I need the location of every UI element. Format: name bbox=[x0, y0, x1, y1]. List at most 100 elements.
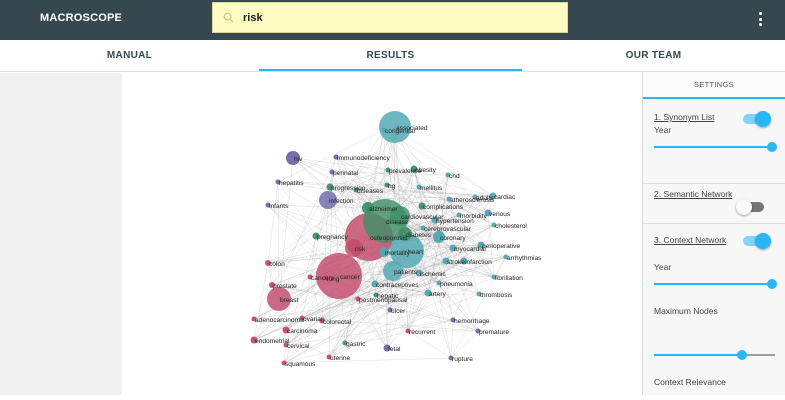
network-node-label: rupture bbox=[452, 356, 473, 363]
network-node-label: infants bbox=[269, 203, 289, 210]
network-node-label: ischemic bbox=[420, 271, 446, 278]
network-node-label: hiv bbox=[294, 156, 303, 163]
tab-our-team[interactable]: OUR TEAM bbox=[522, 40, 785, 71]
network-node-label: obesity bbox=[415, 167, 437, 174]
network-node-label: ovarian bbox=[303, 316, 325, 323]
synonym-year-slider-fill bbox=[654, 146, 772, 148]
search-icon bbox=[213, 3, 243, 32]
network-node-label: pregnancy bbox=[317, 234, 348, 241]
network-node-label: infection bbox=[329, 198, 354, 205]
max-nodes-slider-thumb[interactable] bbox=[737, 350, 748, 360]
network-node-label: squamous bbox=[285, 361, 316, 368]
network-node-label: ulcer bbox=[391, 308, 406, 315]
context-network-graph[interactable]: congenitalassociatedhiv immunodeficiencyp… bbox=[122, 73, 642, 395]
network-node-label: cervical bbox=[287, 343, 310, 350]
tab-results-label: RESULTS bbox=[366, 50, 415, 61]
network-node-label: osteoporosis bbox=[370, 235, 408, 242]
network-node-label: artery bbox=[429, 291, 447, 298]
max-nodes-slider[interactable] bbox=[654, 350, 775, 360]
context-network-toggle-knob bbox=[755, 233, 771, 249]
tab-manual[interactable]: MANUAL bbox=[0, 40, 259, 71]
context-network-toggle[interactable] bbox=[743, 233, 773, 249]
context-network-panel: congenital associated hiv immunodeficiency p… bbox=[122, 73, 642, 395]
search-input[interactable] bbox=[243, 11, 543, 24]
network-node-label: associated bbox=[396, 125, 428, 132]
synonym-year-slider[interactable] bbox=[654, 142, 777, 152]
network-node-label: carcinoma bbox=[287, 328, 318, 335]
network-edge bbox=[452, 293, 480, 321]
network-node-label: gastric bbox=[346, 341, 366, 348]
network-node-label: hypertension bbox=[436, 218, 474, 225]
synonym-list-title[interactable]: 1. Synonym List bbox=[654, 112, 714, 122]
synonym-list-toggle-knob bbox=[755, 111, 771, 127]
settings-title: SETTINGS bbox=[694, 80, 734, 89]
network-node-label: infarction bbox=[465, 259, 492, 266]
semantic-network-toggle[interactable] bbox=[736, 199, 768, 215]
network-node-label: colorectal bbox=[323, 319, 352, 326]
network-node-label: heart bbox=[408, 249, 423, 256]
synonym-list-toggle[interactable] bbox=[743, 111, 773, 127]
network-node-label: colon bbox=[269, 261, 285, 268]
network-node-label: breast bbox=[280, 297, 298, 304]
network-node-label: lung bbox=[327, 276, 340, 283]
network-node-label: contraceptives bbox=[376, 282, 419, 289]
more-options-icon[interactable] bbox=[752, 10, 768, 28]
tab-manual-label: MANUAL bbox=[106, 50, 153, 61]
network-edge bbox=[450, 319, 454, 359]
network-edge bbox=[267, 181, 279, 264]
app-brand[interactable]: MACROSCOPE bbox=[40, 12, 122, 24]
max-nodes-label: Maximum Nodes bbox=[654, 306, 718, 316]
network-node-label: uterine bbox=[330, 355, 350, 362]
network-node-label: cancer bbox=[340, 274, 361, 281]
network-edge bbox=[277, 181, 280, 300]
network-node-label: prostate bbox=[273, 283, 297, 290]
network-node-label: hg bbox=[388, 183, 396, 190]
context-network-title[interactable]: 3. Context Network bbox=[654, 235, 726, 245]
context-relevance-label: Context Relevance bbox=[654, 377, 726, 387]
network-node-label: cerebrovascular bbox=[424, 226, 472, 233]
network-node-label: mortality bbox=[385, 250, 411, 257]
network-edge bbox=[493, 256, 507, 278]
network-node-label: pneumonia bbox=[440, 281, 473, 288]
network-node-label: perioperative bbox=[482, 243, 520, 250]
synonym-year-label: Year bbox=[654, 125, 672, 135]
network-node-label: patients bbox=[394, 269, 418, 276]
network-node-label: endometrial bbox=[255, 338, 290, 345]
semantic-network-title[interactable]: 2. Semantic Network bbox=[654, 189, 732, 199]
network-node-label: hepatitis bbox=[279, 180, 304, 187]
active-tab-indicator bbox=[259, 69, 522, 71]
tab-results[interactable]: RESULTS bbox=[259, 40, 522, 71]
network-edge bbox=[253, 262, 269, 341]
network-node-label: perinatal bbox=[333, 170, 359, 177]
network-node-label: fibrillation bbox=[495, 275, 523, 282]
network-node-label: cholesterol bbox=[495, 223, 527, 230]
network-node-label: venous bbox=[489, 211, 511, 218]
context-year-label: Year bbox=[654, 262, 672, 272]
network-node-label: alzheimer bbox=[369, 206, 398, 213]
context-year-slider-thumb[interactable] bbox=[767, 279, 777, 289]
network-node-label: postmenopausal bbox=[359, 297, 408, 304]
network-edge bbox=[450, 330, 479, 359]
network-node-label: diseases bbox=[357, 188, 384, 195]
synonym-list-section: 1. Synonym List Year bbox=[643, 101, 785, 184]
network-node-label: coronary bbox=[440, 235, 466, 242]
settings-header: SETTINGS bbox=[643, 72, 785, 99]
network-node-label: cardiac bbox=[494, 194, 516, 201]
semantic-network-section: 2. Semantic Network bbox=[643, 184, 785, 224]
network-node-label: fetal bbox=[388, 346, 401, 353]
network-node-label: mellitus bbox=[420, 185, 443, 192]
network-node-label: hemorrhage bbox=[454, 318, 490, 325]
network-node-label: stroke bbox=[447, 259, 465, 266]
max-nodes-slider-fill bbox=[654, 354, 743, 356]
network-node-label: complications bbox=[423, 204, 464, 211]
network-node-label: chd bbox=[449, 173, 460, 180]
network-node-label: diabetes bbox=[406, 232, 432, 239]
context-year-slider[interactable] bbox=[654, 279, 777, 289]
synonym-year-slider-thumb[interactable] bbox=[767, 142, 777, 152]
network-node-label: thrombosis bbox=[480, 292, 513, 299]
network-node-label: adults bbox=[476, 195, 494, 202]
semantic-network-toggle-knob bbox=[736, 199, 752, 215]
search-box[interactable] bbox=[212, 2, 568, 33]
tab-bar: MANUAL RESULTS OUR TEAM bbox=[0, 40, 785, 72]
context-year-slider-fill bbox=[654, 283, 772, 285]
